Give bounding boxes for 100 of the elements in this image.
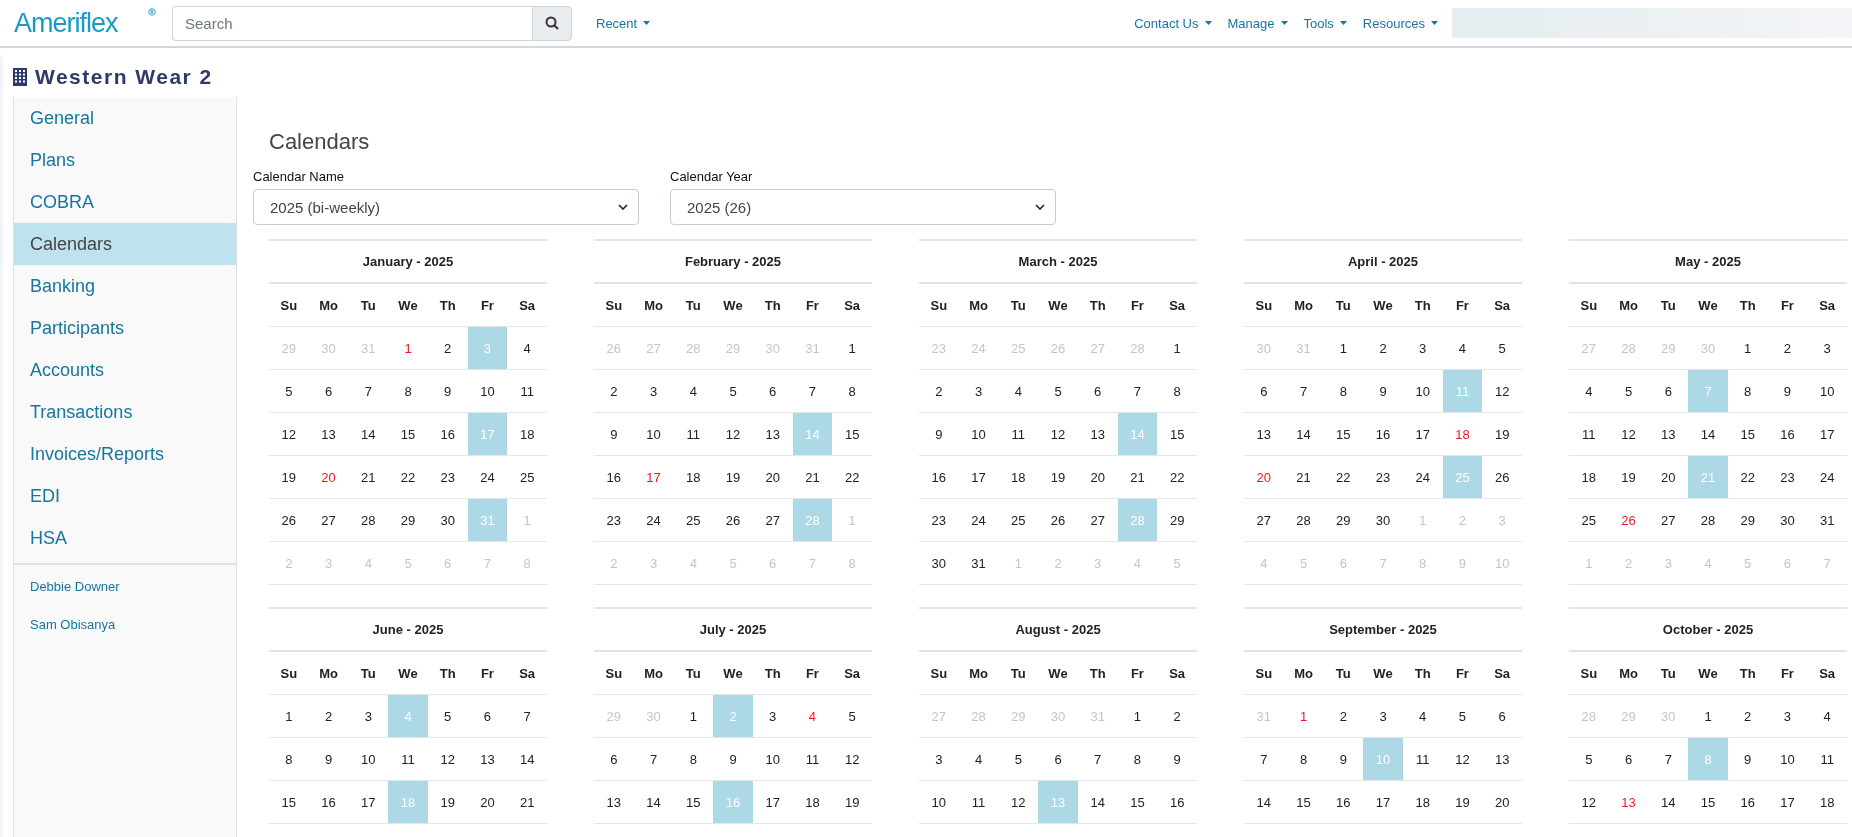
day[interactable]: 19: [713, 456, 753, 498]
sidebar-item[interactable]: EDI: [14, 475, 236, 517]
day[interactable]: 8: [832, 370, 872, 412]
day[interactable]: 23: [1767, 456, 1808, 498]
day[interactable]: 19: [1608, 456, 1649, 498]
day[interactable]: 7: [1244, 738, 1284, 780]
day[interactable]: 30: [427, 499, 468, 541]
day[interactable]: 16: [1363, 413, 1403, 455]
day[interactable]: 23: [594, 499, 634, 541]
day[interactable]: 8: [1727, 370, 1768, 412]
day[interactable]: 23: [919, 499, 959, 541]
day[interactable]: 8: [388, 370, 428, 412]
day[interactable]: 2: [919, 370, 959, 412]
day[interactable]: 13: [1244, 413, 1284, 455]
day[interactable]: 18: [507, 413, 547, 455]
day[interactable]: 18: [998, 456, 1039, 498]
day[interactable]: 1: [673, 695, 714, 737]
day[interactable]: 9: [1727, 738, 1768, 780]
day[interactable]: 30: [1767, 499, 1808, 541]
day[interactable]: 10: [467, 370, 508, 412]
day[interactable]: 12: [427, 738, 468, 780]
day[interactable]: 8: [1283, 738, 1324, 780]
day[interactable]: 5: [269, 370, 309, 412]
day[interactable]: 14: [348, 413, 389, 455]
day[interactable]: 5: [1569, 738, 1609, 780]
day[interactable]: 21: [507, 781, 547, 823]
day[interactable]: 17: [1363, 781, 1403, 823]
day[interactable]: 11: [388, 738, 428, 780]
day[interactable]: 20: [308, 456, 349, 498]
day[interactable]: 5: [998, 738, 1039, 780]
day[interactable]: 2: [594, 370, 634, 412]
day[interactable]: 1: [388, 327, 428, 369]
day[interactable]: 18: [1569, 456, 1609, 498]
day[interactable]: 17: [958, 456, 999, 498]
day[interactable]: 8: [1117, 738, 1158, 780]
day[interactable]: 12: [1482, 370, 1522, 412]
user-link[interactable]: Sam Obisanya: [14, 607, 236, 645]
day[interactable]: 25: [998, 499, 1039, 541]
sidebar-item[interactable]: COBRA: [14, 181, 236, 223]
day[interactable]: 20: [1482, 781, 1522, 823]
day[interactable]: 4: [1569, 370, 1609, 412]
day[interactable]: 29: [388, 499, 428, 541]
day[interactable]: 7: [1077, 738, 1118, 780]
sidebar-item[interactable]: Plans: [14, 139, 236, 181]
day[interactable]: 1: [269, 695, 309, 737]
day[interactable]: 27: [1077, 499, 1118, 541]
day[interactable]: 27: [308, 499, 349, 541]
day[interactable]: 24: [633, 499, 674, 541]
day[interactable]: 7: [1648, 738, 1689, 780]
day[interactable]: 1: [1688, 695, 1728, 737]
day[interactable]: 24: [467, 456, 508, 498]
day[interactable]: 12: [1569, 781, 1609, 823]
day[interactable]: 4: [673, 370, 714, 412]
day[interactable]: 4: [792, 695, 833, 737]
day[interactable]: 14: [1077, 781, 1118, 823]
day[interactable]: 25: [673, 499, 714, 541]
day[interactable]: 4: [1402, 695, 1443, 737]
day[interactable]: 7: [348, 370, 389, 412]
day[interactable]: 7: [1283, 370, 1324, 412]
day[interactable]: 29: [1323, 499, 1364, 541]
day[interactable]: 6: [467, 695, 508, 737]
day[interactable]: 3: [1363, 695, 1403, 737]
day[interactable]: 13: [308, 413, 349, 455]
day[interactable]: 12: [998, 781, 1039, 823]
day[interactable]: 26: [269, 499, 309, 541]
day[interactable]: 19: [1038, 456, 1078, 498]
day[interactable]: 15: [673, 781, 714, 823]
day[interactable]: 13: [467, 738, 508, 780]
day[interactable]: 12: [1442, 738, 1483, 780]
day[interactable]: 9: [1363, 370, 1403, 412]
day[interactable]: 13: [1648, 413, 1689, 455]
day[interactable]: 27: [1648, 499, 1689, 541]
day[interactable]: 20: [752, 456, 793, 498]
day[interactable]: 4: [1807, 695, 1847, 737]
day[interactable]: 10: [752, 738, 793, 780]
day[interactable]: 7: [633, 738, 674, 780]
day[interactable]: 19: [427, 781, 468, 823]
day[interactable]: 13: [1482, 738, 1522, 780]
day[interactable]: 1: [832, 327, 872, 369]
day[interactable]: 3: [919, 738, 959, 780]
day[interactable]: 5: [1442, 695, 1483, 737]
day[interactable]: 18: [792, 781, 833, 823]
recent-menu[interactable]: Recent: [596, 15, 651, 31]
user-link[interactable]: Debbie Downer: [14, 569, 236, 607]
sidebar-item[interactable]: Banking: [14, 265, 236, 307]
nav-menu[interactable]: Contact Us: [1134, 15, 1212, 31]
day[interactable]: 24: [1402, 456, 1443, 498]
day[interactable]: 11: [958, 781, 999, 823]
sidebar-item[interactable]: Transactions: [14, 391, 236, 433]
day[interactable]: 11: [1569, 413, 1609, 455]
day[interactable]: 4: [998, 370, 1039, 412]
day[interactable]: 9: [1767, 370, 1808, 412]
day[interactable]: 9: [594, 413, 634, 455]
day[interactable]: 13: [594, 781, 634, 823]
search-field[interactable]: Search: [172, 5, 532, 41]
day[interactable]: 8: [1323, 370, 1364, 412]
day[interactable]: 11: [673, 413, 714, 455]
day[interactable]: 11: [792, 738, 833, 780]
day[interactable]: 16: [1727, 781, 1768, 823]
day[interactable]: 4: [958, 738, 999, 780]
